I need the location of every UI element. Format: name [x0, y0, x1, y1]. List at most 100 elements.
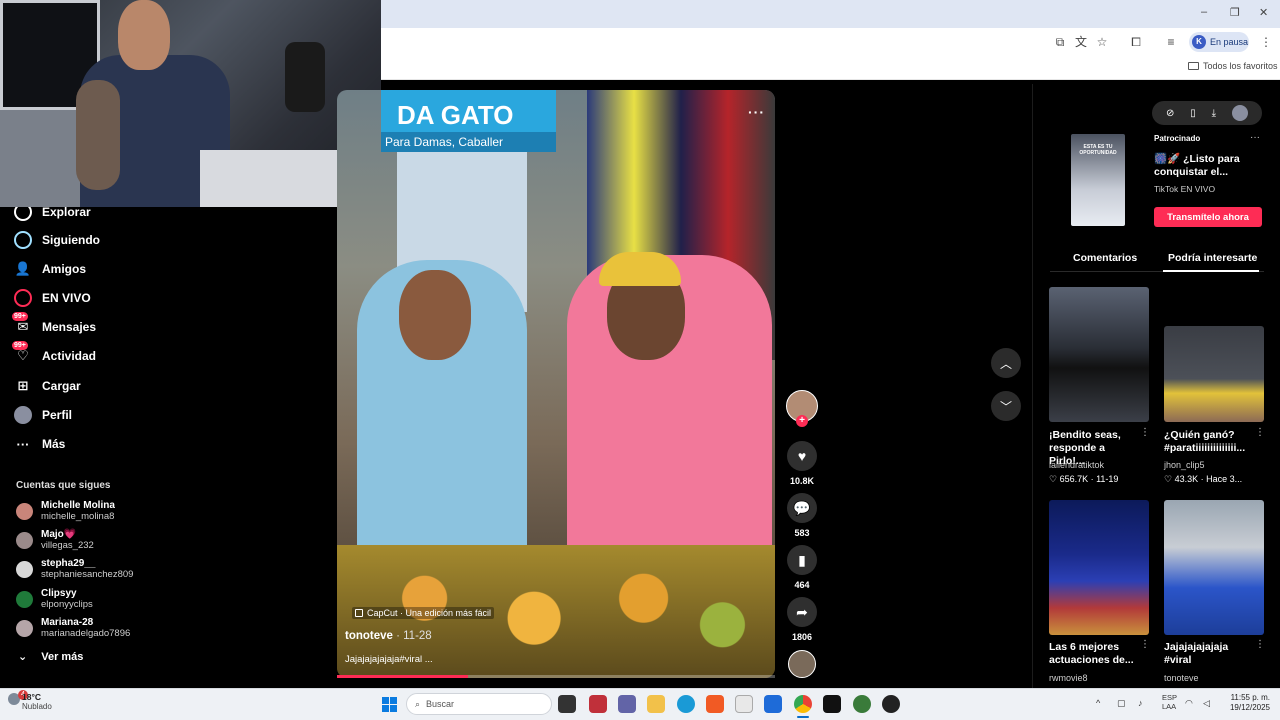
following-item[interactable]: Majo💗 villegas_232 [16, 529, 94, 551]
suggested-video-meta: ♡ 656.7K · 11-19 [1049, 474, 1119, 484]
comment-button[interactable]: 💬 [787, 493, 817, 523]
translate-icon[interactable]: 文 [1074, 35, 1088, 49]
sidebar-item-mensajes[interactable]: ✉ 99+ Mensajes [12, 312, 96, 337]
app-icon-green[interactable] [853, 695, 871, 713]
chrome-icon[interactable] [794, 695, 812, 713]
see-more-button[interactable]: ⌄ Ver más [18, 650, 83, 664]
sidebar-item-en-vivo[interactable]: EN VIVO [14, 288, 91, 308]
sound-avatar[interactable] [788, 650, 816, 678]
ad-cta-button[interactable]: Transmítelo ahora [1154, 207, 1262, 227]
app-icon-red[interactable] [589, 695, 607, 713]
browser-menu-icon[interactable]: ⋮ [1259, 35, 1273, 49]
share-count: 1806 [791, 632, 813, 642]
ad-more-icon[interactable]: ··· [1250, 132, 1260, 143]
following-item[interactable]: Michelle Molina michelle_molina8 [16, 500, 115, 522]
install-app-icon[interactable]: ⧉ [1053, 35, 1067, 49]
avatar [16, 560, 33, 578]
suggested-video-title[interactable]: Las 6 mejores actuaciones de... [1049, 641, 1137, 667]
video-progress-bar[interactable] [337, 675, 775, 678]
mobile-icon[interactable]: ▯ [1190, 108, 1196, 119]
compass-icon[interactable]: ⊘ [1166, 108, 1174, 119]
tray-app-icon[interactable]: ▢ [1117, 698, 1126, 709]
microphone-icon[interactable]: ♪ [1138, 698, 1143, 708]
bookmark-icon: ▮ [798, 551, 806, 568]
suggested-video-title[interactable]: ¿Quién ganó? #paratiiiiiiiiiiiiii... [1164, 429, 1252, 455]
avatar[interactable] [1232, 105, 1248, 121]
sidebar-item-perfil[interactable]: Perfil [14, 405, 72, 425]
save-button[interactable]: ▮ [787, 545, 817, 575]
more-icon: ··· [16, 436, 30, 452]
previous-video-button[interactable]: ︿ [991, 348, 1021, 378]
follow-plus-icon[interactable]: + [796, 415, 808, 427]
live-icon [14, 289, 32, 307]
wifi-icon[interactable]: ◠ [1185, 698, 1193, 709]
star-icon[interactable]: ☆ [1095, 35, 1109, 49]
suggested-video-user[interactable]: tonoteve [1164, 673, 1199, 683]
messages-badge: 99+ [12, 312, 28, 321]
card-more-icon[interactable]: ⋮ [1255, 427, 1265, 438]
store-icon[interactable] [764, 695, 782, 713]
following-name: stepha29__ [41, 558, 96, 569]
taskbar-search[interactable]: ⌕ Buscar [406, 693, 552, 715]
app-icon[interactable] [735, 695, 753, 713]
download-icon[interactable]: ⤓ [1212, 108, 1216, 119]
tray-chevron-icon[interactable]: ^ [1096, 698, 1100, 708]
following-item[interactable]: Clipsyy elponyyclips [16, 588, 93, 610]
file-explorer-icon[interactable] [647, 695, 665, 713]
following-item[interactable]: Mariana-28 marianadelgado7896 [16, 617, 130, 639]
suggested-video-thumbnail[interactable] [1164, 500, 1264, 635]
start-button[interactable] [382, 697, 397, 712]
app-icon-dark[interactable] [882, 695, 900, 713]
card-more-icon[interactable]: ⋮ [1140, 427, 1150, 438]
edge-icon[interactable] [677, 695, 695, 713]
suggested-video-user[interactable]: rwmovie8 [1049, 673, 1088, 683]
teams-icon[interactable] [618, 695, 636, 713]
volume-icon[interactable]: ◁ [1203, 698, 1210, 709]
right-panel-divider [1032, 84, 1033, 688]
suggested-video-user[interactable]: jhon_clip5 [1164, 460, 1205, 470]
reading-list-icon[interactable]: ≡ [1164, 35, 1178, 49]
maximize-button[interactable]: ❐ [1230, 6, 1240, 19]
author-name[interactable]: tonoteve [345, 630, 393, 642]
sidebar-item-amigos[interactable]: 👤 Amigos [14, 259, 86, 279]
suggested-video-thumbnail[interactable] [1164, 326, 1264, 422]
tab-comentarios[interactable]: Comentarios [1073, 252, 1137, 264]
task-view-icon[interactable] [558, 695, 576, 713]
profile-button[interactable]: K En pausa [1189, 32, 1249, 52]
video-more-options-icon[interactable]: ··· [748, 104, 765, 120]
card-more-icon[interactable]: ⋮ [1255, 639, 1265, 650]
suggested-video-thumbnail[interactable] [1049, 500, 1149, 635]
brave-icon[interactable] [706, 695, 724, 713]
taskbar-clock[interactable]: 11:55 p. m. 19/12/2025 [1225, 693, 1270, 713]
extensions-icon[interactable]: ⧠ [1129, 35, 1143, 49]
next-video-button[interactable]: ﹀ [991, 391, 1021, 421]
sidebar-item-mas[interactable]: ··· Más [14, 434, 66, 454]
video-progress-fill [337, 675, 469, 678]
video-author[interactable]: tonoteve · 11-28 [345, 630, 432, 642]
close-window-button[interactable]: ✕ [1259, 6, 1268, 19]
weather-temperature: 18°C [22, 692, 41, 702]
sidebar-item-label: Cargar [42, 379, 81, 393]
weather-widget[interactable]: 18°C Nublado [22, 692, 52, 711]
capcut-tag[interactable]: CapCut · Una edición más fácil [352, 607, 495, 619]
sidebar-item-cargar[interactable]: ⊞ Cargar [14, 376, 81, 396]
sidebar-item-siguiendo[interactable]: Siguiendo [14, 230, 100, 250]
following-item[interactable]: stepha29__ stephaniesanchez809 [16, 558, 133, 580]
video-description[interactable]: Jajajajajajaja#viral ... [345, 654, 433, 665]
profile-icon [14, 406, 32, 424]
share-button[interactable]: ➦ [787, 597, 817, 627]
tiktok-icon[interactable] [823, 695, 841, 713]
language-indicator[interactable]: ESP LAA [1162, 693, 1177, 711]
following-name: Michelle Molina [41, 500, 115, 511]
sidebar-item-actividad[interactable]: ♡ 99+ Actividad [12, 341, 96, 366]
all-bookmarks-button[interactable]: Todos los favoritos [1188, 61, 1278, 71]
minimize-button[interactable]: – [1201, 6, 1207, 18]
suggested-video-user[interactable]: laliendratiktok [1049, 460, 1104, 470]
tab-podria-interesarte[interactable]: Podría interesarte [1168, 252, 1257, 264]
suggested-video-title[interactable]: Jajajajajajaja #viral [1164, 641, 1252, 667]
card-more-icon[interactable]: ⋮ [1140, 639, 1150, 650]
video-player[interactable]: DA GATO Para Damas, Caballer [337, 90, 775, 678]
like-button[interactable]: ♥ [787, 441, 817, 471]
ad-title[interactable]: 🎆🚀 ¿Listo para conquistar el... [1154, 153, 1254, 179]
suggested-video-thumbnail[interactable] [1049, 287, 1149, 422]
